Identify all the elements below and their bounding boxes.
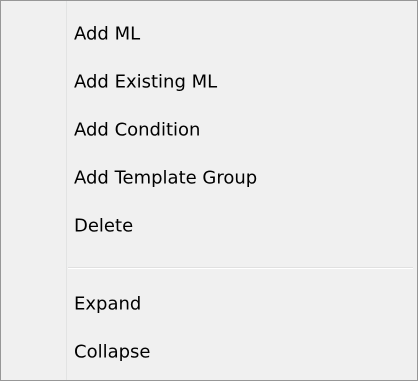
menu-item-delete[interactable]: Delete <box>1 206 417 246</box>
menu-item-add-template-group[interactable]: Add Template Group <box>1 158 417 198</box>
menu-item-add-ml[interactable]: Add ML <box>1 14 417 54</box>
menu-item-label: Add ML <box>74 23 141 45</box>
menu-item-label: Add Template Group <box>74 167 258 189</box>
menu-item-expand[interactable]: Expand <box>1 284 417 324</box>
menu-item-label: Expand <box>74 293 142 315</box>
menu-item-label: Add Condition <box>74 119 201 141</box>
menu-item-label: Delete <box>74 215 134 237</box>
menu-separator <box>68 267 413 269</box>
context-menu: Add ML Add Existing ML Add Condition Add… <box>0 0 418 381</box>
menu-item-label: Collapse <box>74 341 151 363</box>
menu-item-collapse[interactable]: Collapse <box>1 332 417 372</box>
menu-item-add-condition[interactable]: Add Condition <box>1 110 417 150</box>
menu-item-add-existing-ml[interactable]: Add Existing ML <box>1 62 417 102</box>
menu-item-label: Add Existing ML <box>74 71 218 93</box>
